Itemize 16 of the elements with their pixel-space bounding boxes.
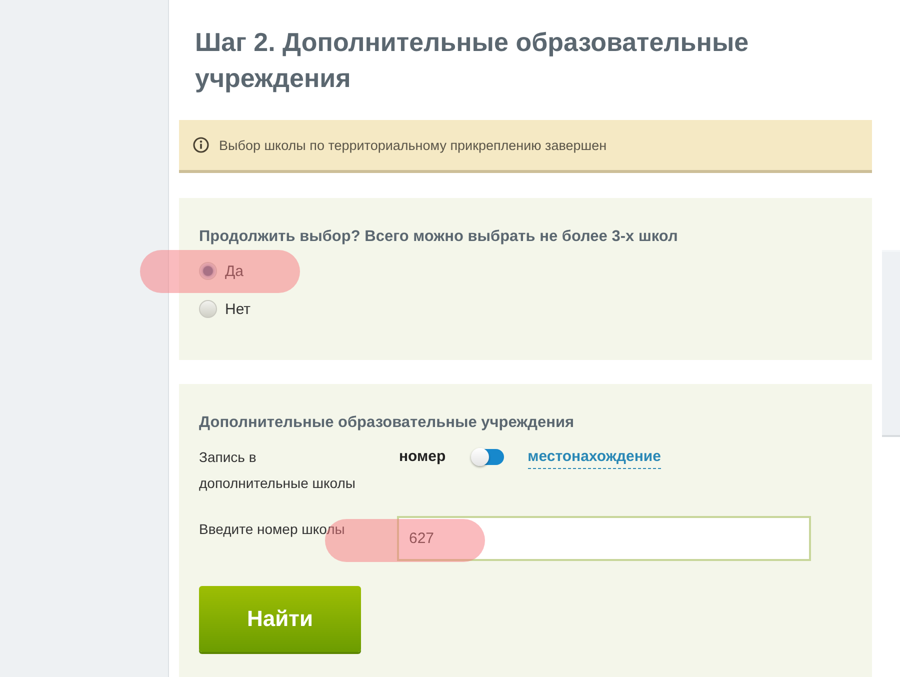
page-title: Шаг 2. Дополнительные образовательные учреждения — [195, 26, 750, 95]
radio-label[interactable]: Нет — [225, 300, 251, 318]
radio-button[interactable] — [199, 262, 217, 280]
option-label: номер — [399, 447, 446, 467]
field-label: Введите номер школы — [199, 520, 346, 539]
radio-button[interactable] — [199, 300, 217, 318]
toggle-switch[interactable] — [472, 449, 504, 465]
school-number-field[interactable]: 627 — [397, 516, 811, 561]
info-icon — [193, 137, 209, 153]
section-heading: Дополнительные образовательные учреждения — [199, 414, 576, 432]
mode-label: Запись в дополнительные школы — [199, 448, 356, 493]
find-button[interactable]: Найти — [199, 586, 361, 652]
notice-text: Выбор школы по территориальному прикреплению завершен — [219, 138, 607, 152]
radio-label[interactable]: Да — [225, 262, 244, 280]
question-text: Продолжить выбор? Всего можно выбрать не более 3-х школ — [199, 228, 679, 246]
location-link[interactable]: местонахождение — [528, 446, 661, 469]
